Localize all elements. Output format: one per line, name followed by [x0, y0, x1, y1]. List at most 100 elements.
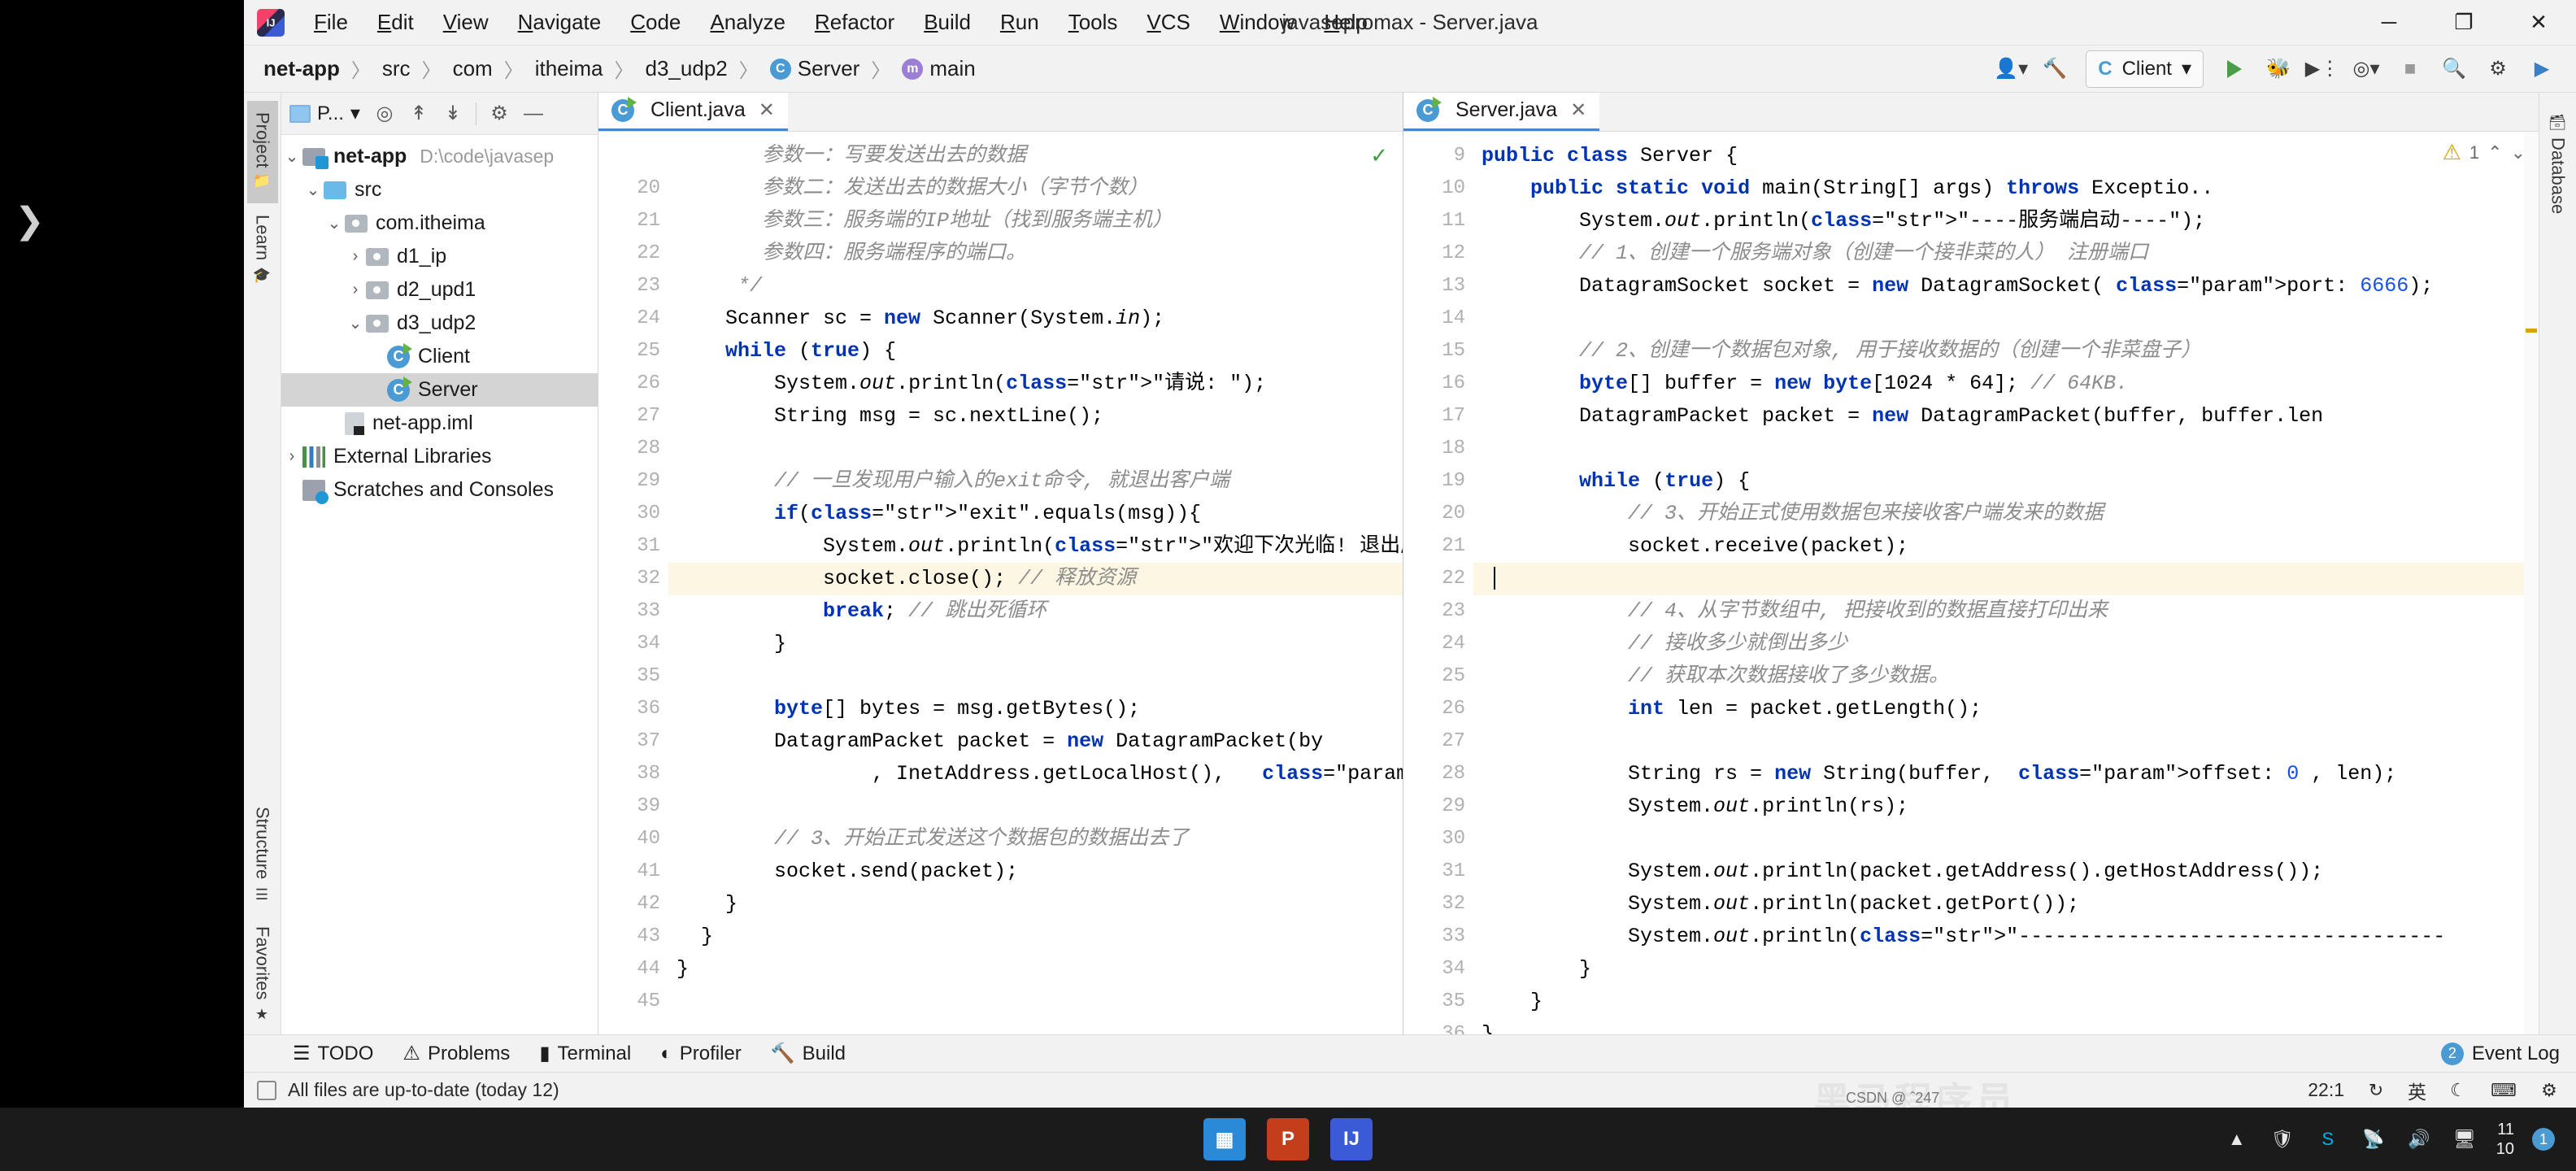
breadcrumb-item-itheima[interactable]: itheima	[535, 56, 603, 81]
code-line[interactable]: }	[668, 953, 1403, 986]
tree-expand-arrow[interactable]: ⌄	[324, 213, 345, 233]
powerpoint-icon[interactable]: P	[1267, 1118, 1309, 1160]
code-line[interactable]: String msg = sc.nextLine();	[668, 400, 1403, 433]
start-button[interactable]: ▦	[1203, 1118, 1246, 1160]
tree-item-client[interactable]: C Client	[281, 340, 598, 373]
code-line[interactable]: System.out.println(class="str">"欢迎下次光临! …	[668, 530, 1403, 563]
code-content-left[interactable]: 参数一：写要发送出去的数据 参数二：发送出去的数据大小（字节个数） 参数三：服务…	[668, 132, 1403, 1034]
code-line[interactable]: System.out.println(class="str">"----服务端启…	[1473, 205, 2539, 237]
code-line[interactable]: }	[1473, 986, 2539, 1018]
hide-icon[interactable]: —	[517, 98, 550, 130]
tree-item-d1-ip[interactable]: › d1_ip	[281, 240, 598, 273]
project-tree[interactable]: ⌄ net-app D:\code\javasep ⌄ src ⌄ com.itheima ›…	[281, 135, 598, 1034]
code-line[interactable]: }	[668, 921, 1403, 953]
code-line[interactable]: */	[668, 270, 1403, 303]
code-line[interactable]: // 一旦发现用户输入的exit命令, 就退出客户端	[668, 465, 1403, 498]
editor-body-right[interactable]: 9 10 11 12 13 14 15 16 17 18 19 20 21 22 23 24 25 26 27 28 2…	[1403, 132, 2539, 1034]
menu-code[interactable]: Code	[616, 10, 695, 35]
notification-badge[interactable]: 1	[2532, 1128, 2555, 1151]
code-line[interactable]: public static void main(String[] args) t…	[1473, 172, 2539, 205]
run-anything-icon[interactable]: ▶	[2522, 50, 2561, 89]
tool-tab-database[interactable]: 🗃 Database	[2543, 101, 2574, 225]
code-line[interactable]: // 1、创建一个服务端对象（创建一个接非菜的人） 注册端口	[1473, 237, 2539, 270]
skype-icon[interactable]: S	[2314, 1125, 2342, 1153]
maximize-button[interactable]: ❐	[2426, 0, 2501, 46]
tree-expand-arrow[interactable]: ›	[345, 281, 366, 299]
tree-item-com-itheima[interactable]: ⌄ com.itheima	[281, 207, 598, 240]
tree-expand-arrow[interactable]: ›	[281, 447, 302, 466]
code-line[interactable]: }	[1473, 953, 2539, 986]
tree-expand-arrow[interactable]: ⌄	[302, 180, 324, 200]
tool-tab-favorites[interactable]: Favorites ★	[247, 915, 278, 1034]
menu-run[interactable]: Run	[986, 10, 1054, 35]
menu-view[interactable]: View	[429, 10, 503, 35]
code-line[interactable]: 参数三：服务端的IP地址（找到服务端主机）	[668, 205, 1403, 237]
tree-expand-arrow[interactable]: ›	[345, 247, 366, 266]
shield-icon[interactable]: 🛡	[2269, 1125, 2296, 1153]
profile-button[interactable]: ◎▾	[2347, 50, 2386, 89]
code-line[interactable]	[668, 660, 1403, 693]
code-line[interactable]: socket.close(); // 释放资源	[668, 563, 1403, 595]
keyboard-icon[interactable]: ⌨	[2490, 1077, 2517, 1104]
code-line[interactable]: 参数一：写要发送出去的数据	[668, 140, 1403, 172]
caret-position[interactable]: 22:1	[2308, 1079, 2344, 1101]
bottom-tab-todo[interactable]: ☰ TODO	[281, 1038, 385, 1070]
monitor-icon[interactable]: 🖥	[2451, 1125, 2478, 1153]
editor-scrollbar-right[interactable]	[2524, 132, 2539, 1034]
code-line[interactable]: System.out.println(packet.getAddress().g…	[1473, 855, 2539, 888]
tool-tab-project[interactable]: Project 📁	[246, 101, 278, 204]
code-line[interactable]	[1473, 433, 2539, 465]
breadcrumb-item-d3-udp2[interactable]: d3_udp2	[646, 56, 728, 81]
build-hammer-icon[interactable]: 🔨	[2035, 50, 2074, 89]
intellij-icon[interactable]: IJ	[1330, 1118, 1373, 1160]
menu-refactor[interactable]: Refactor	[800, 10, 909, 35]
prev-problem-icon[interactable]: ⌃	[2487, 142, 2502, 163]
tree-item-net-app-iml[interactable]: net-app.iml	[281, 407, 598, 440]
code-line[interactable]: }	[1473, 1018, 2539, 1034]
tree-item-scratches-and-consoles[interactable]: Scratches and Consoles	[281, 473, 598, 507]
code-line[interactable]: // 4、从字节数组中, 把接收到的数据直接打印出来	[1473, 595, 2539, 628]
tree-item-src[interactable]: ⌄ src	[281, 173, 598, 207]
tree-item-external-libraries[interactable]: › External Libraries	[281, 440, 598, 473]
minimize-button[interactable]: ─	[2352, 0, 2426, 46]
code-line[interactable]	[668, 986, 1403, 1018]
code-line[interactable]: 参数二：发送出去的数据大小（字节个数）	[668, 172, 1403, 205]
event-log-button[interactable]: 2 Event Log	[2440, 1042, 2560, 1065]
code-line[interactable]	[1473, 563, 2539, 595]
breadcrumb-item-main[interactable]: m main	[902, 56, 976, 81]
code-line[interactable]: System.out.println(class="str">"--------…	[1473, 921, 2539, 953]
tab-client-java[interactable]: C Client.java ✕	[598, 92, 788, 131]
code-line[interactable]: // 获取本次数据接收了多少数据。	[1473, 660, 2539, 693]
volume-icon[interactable]: 🔊	[2405, 1125, 2433, 1153]
bottom-tab-problems[interactable]: ⚠ Problems	[391, 1038, 521, 1070]
tree-item-server[interactable]: C Server	[281, 373, 598, 407]
code-line[interactable]: int len = packet.getLength();	[1473, 693, 2539, 725]
code-content-right[interactable]: public class Server { public static void…	[1473, 132, 2539, 1034]
debug-button[interactable]: 🐝	[2259, 50, 2298, 89]
code-line[interactable]: DatagramSocket socket = new DatagramSock…	[1473, 270, 2539, 303]
search-icon[interactable]: 🔍	[2435, 50, 2474, 89]
moon-icon[interactable]: ☾	[2444, 1077, 2472, 1104]
close-icon[interactable]: ✕	[759, 98, 775, 122]
tab-server-java[interactable]: C Server.java ✕	[1403, 92, 1600, 131]
bottom-tab-build[interactable]: 🔨 Build	[759, 1038, 857, 1070]
run-with-coverage-button[interactable]: ▶⋮	[2303, 50, 2342, 89]
tree-item-d3-udp2[interactable]: ⌄ d3_udp2	[281, 307, 598, 340]
code-line[interactable]	[1473, 823, 2539, 855]
ime-indicator[interactable]: 英	[2408, 1077, 2426, 1104]
code-line[interactable]	[1473, 725, 2539, 758]
gear-icon[interactable]: ⚙	[2478, 50, 2517, 89]
scroll-from-source-icon[interactable]: ◎	[368, 98, 401, 130]
menu-build[interactable]: Build	[909, 10, 986, 35]
collapse-all-icon[interactable]: ↡	[437, 98, 469, 130]
code-line[interactable]: System.out.println(packet.getPort());	[1473, 888, 2539, 921]
code-line[interactable]	[668, 433, 1403, 465]
code-line[interactable]: , InetAddress.getLocalHost(), class="par…	[668, 758, 1403, 790]
code-line[interactable]: 参数四：服务端程序的端口。	[668, 237, 1403, 270]
menu-vcs[interactable]: VCS	[1132, 10, 1204, 35]
code-line[interactable]: byte[] bytes = msg.getBytes();	[668, 693, 1403, 725]
tree-expand-arrow[interactable]: ⌄	[281, 146, 302, 167]
code-line[interactable]	[1473, 303, 2539, 335]
code-line[interactable]: if(class="str">"exit".equals(msg)){	[668, 498, 1403, 530]
inspection-widget[interactable]: ⚠ 1 ⌃ ⌄	[2443, 140, 2526, 165]
